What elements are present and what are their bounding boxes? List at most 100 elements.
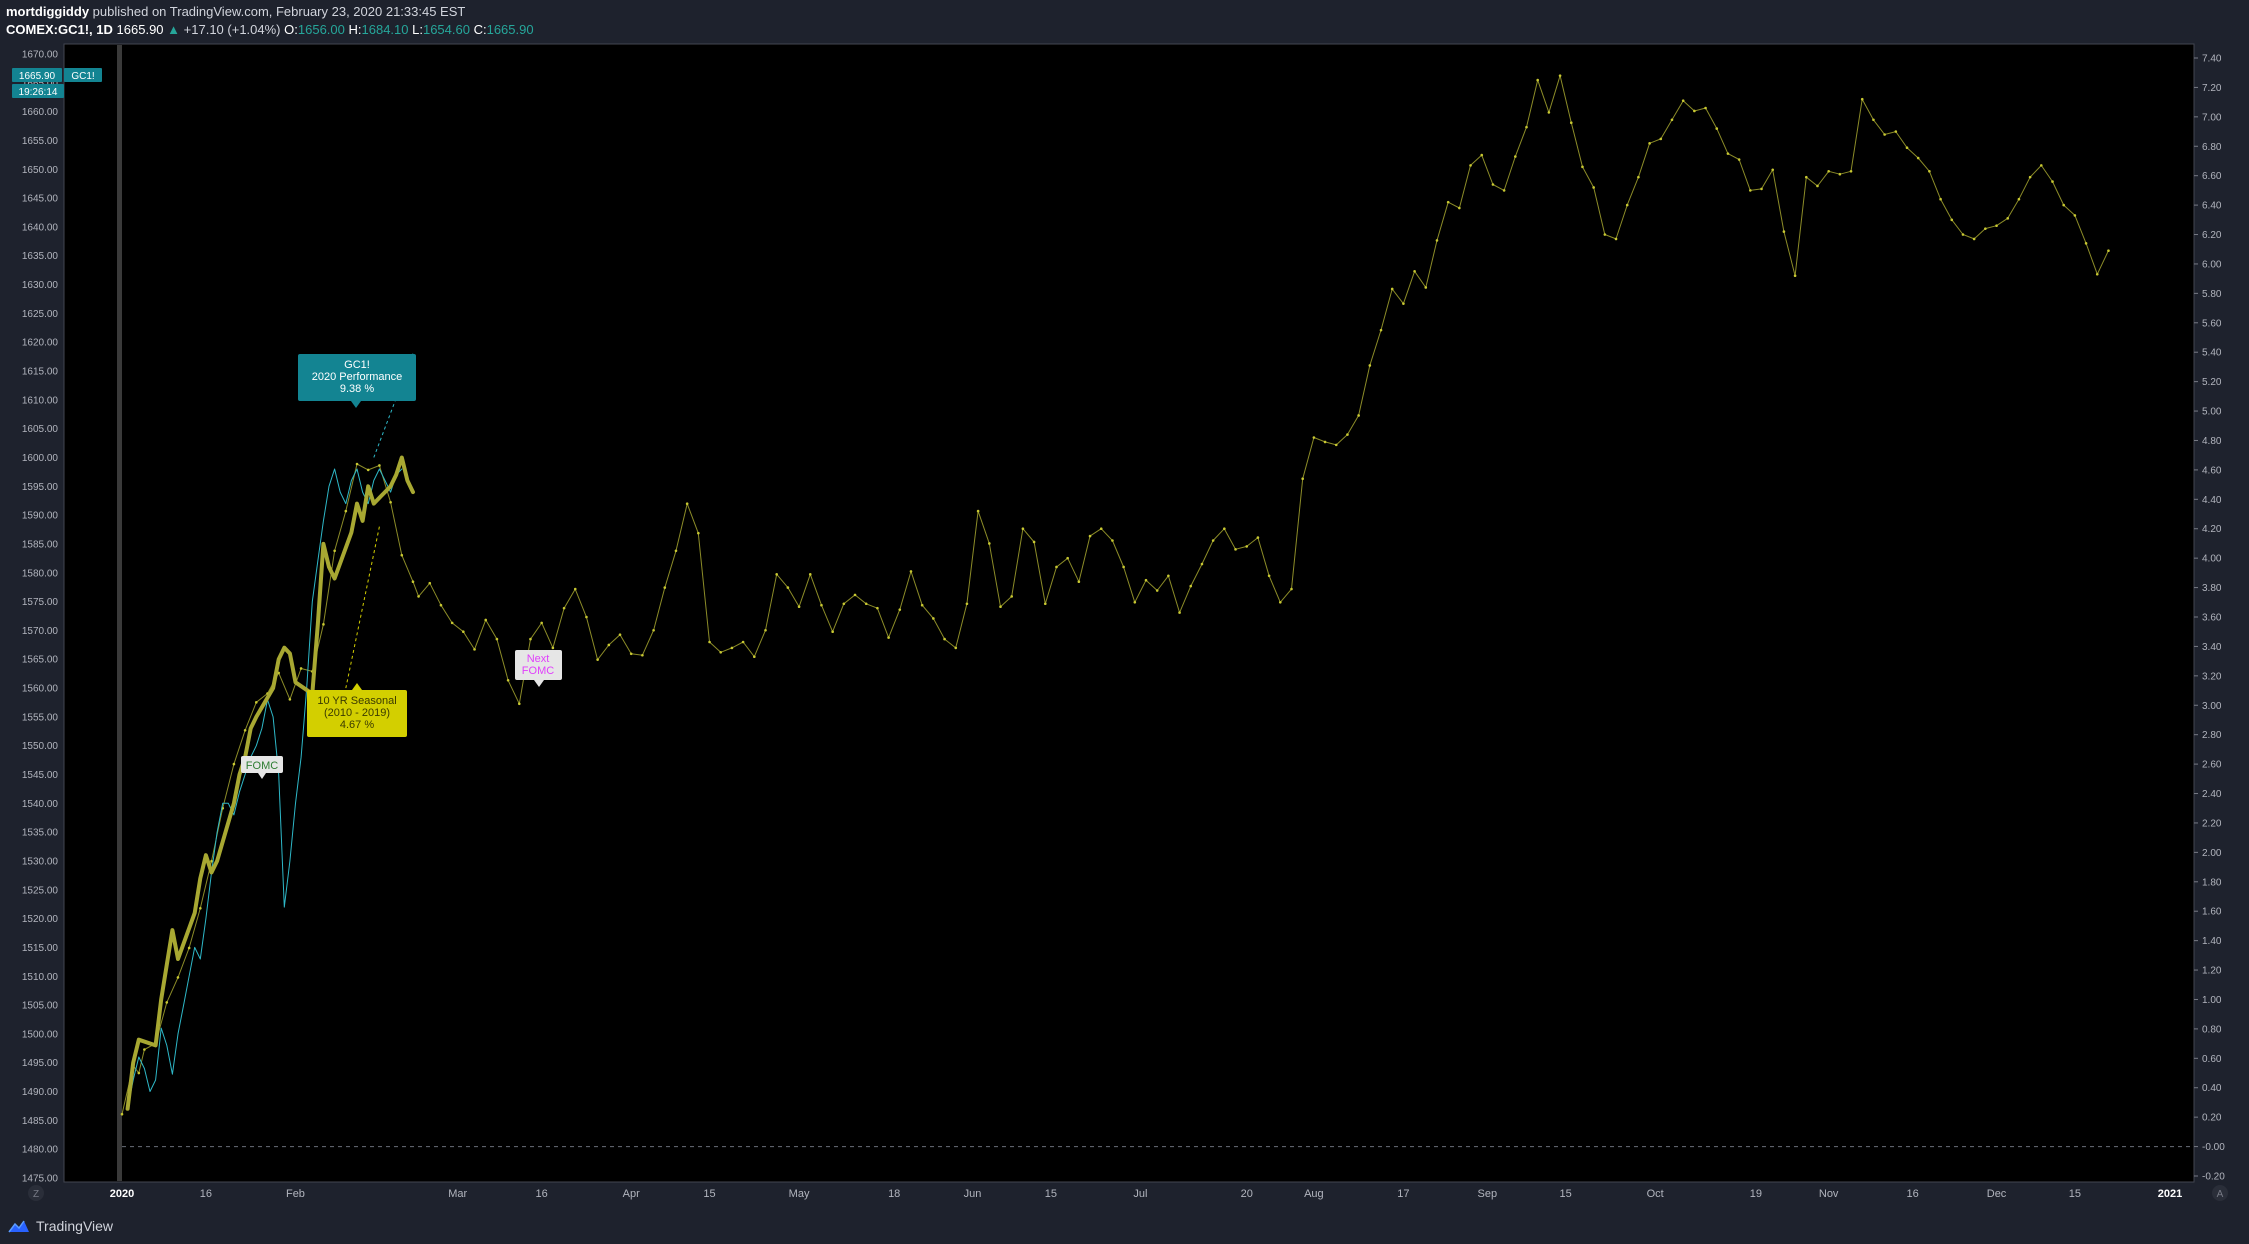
left-axis-tick-0: 1670.00 — [22, 50, 59, 61]
series-point — [1558, 74, 1562, 77]
series-point — [573, 587, 577, 591]
series-point — [355, 462, 359, 466]
left-axis-tick-36: 1490.00 — [22, 1087, 59, 1098]
series-point — [965, 602, 969, 606]
right-axis-tick-33: 0.80 — [2202, 1024, 2222, 1035]
series-point — [1883, 133, 1886, 136]
series-point — [1234, 548, 1237, 551]
time-axis-tick-8: 18 — [888, 1188, 900, 1200]
series-point — [1178, 611, 1181, 614]
series-point — [2051, 180, 2054, 183]
series-point — [1077, 580, 1081, 583]
left-axis-tick-24: 1550.00 — [22, 741, 59, 752]
plot-area[interactable] — [63, 43, 2195, 1183]
series-point — [1043, 602, 1047, 606]
series-point — [820, 603, 823, 607]
left-axis-tick-7: 1635.00 — [22, 251, 59, 262]
series-point — [1424, 286, 1428, 289]
right-axis-tick-5: 6.40 — [2202, 201, 2222, 212]
series-point — [1055, 565, 1058, 569]
left-axis-tick-3: 1655.00 — [22, 136, 59, 147]
last-price: 1665.90 — [116, 22, 164, 37]
last-price-tag-value: 1665.90 — [19, 71, 56, 82]
series-point — [1625, 203, 1629, 207]
right-axis-tick-0: 7.40 — [2202, 54, 2222, 65]
chart-header: mortdiggiddy published on TradingView.co… — [0, 0, 2249, 42]
right-axis-tick-18: 3.80 — [2202, 583, 2222, 594]
up-arrow-icon: ▲ — [167, 22, 181, 37]
series-point — [1323, 440, 1327, 444]
series-point — [1514, 155, 1517, 158]
left-axis-tick-34: 1500.00 — [22, 1029, 59, 1040]
series-point — [1715, 127, 1719, 130]
series-point — [1256, 536, 1260, 539]
series-point — [1905, 146, 1909, 150]
series-point — [417, 595, 420, 598]
left-axis-tick-18: 1580.00 — [22, 568, 59, 579]
series-point — [999, 605, 1002, 609]
performance-callout[interactable]: GC1! 2020 Performance 9.38 % — [298, 354, 416, 408]
series-point — [943, 637, 946, 641]
series-point — [1872, 118, 1875, 122]
left-axis-tick-8: 1630.00 — [22, 280, 59, 291]
right-axis-tick-22: 3.00 — [2202, 701, 2222, 712]
tradingview-brand[interactable]: TradingView — [8, 1218, 113, 1234]
series-point — [439, 603, 443, 607]
low-value: 1654.60 — [422, 22, 470, 37]
right-axis-tick-10: 5.40 — [2202, 348, 2222, 359]
performance-callout-line3: 9.38 % — [340, 383, 374, 395]
time-axis-tick-3: Mar — [448, 1188, 467, 1200]
series-point — [2028, 175, 2032, 179]
series-point — [1458, 206, 1461, 210]
right-axis-tick-25: 2.40 — [2202, 789, 2222, 800]
series-point — [450, 621, 454, 625]
right-axis-tick-1: 7.20 — [2202, 83, 2222, 94]
left-axis-tick-29: 1525.00 — [22, 885, 59, 896]
right-axis-tick-8: 5.80 — [2202, 289, 2222, 300]
author-name[interactable]: mortdiggiddy — [6, 4, 89, 19]
series-point — [1368, 364, 1372, 367]
symbol-legend: COMEX:GC1!, 1D 1665.90 ▲ +17.10 (+1.04%)… — [6, 22, 534, 37]
series-point — [1267, 574, 1271, 578]
series-point — [322, 623, 325, 626]
series-point — [1637, 175, 1640, 179]
seasonal-callout-line1: 10 YR Seasonal — [317, 695, 396, 707]
left-axis-tick-16: 1590.00 — [22, 511, 59, 522]
left-axis-tick-30: 1520.00 — [22, 914, 59, 925]
series-point — [411, 580, 415, 583]
series-point — [2006, 217, 2010, 220]
seasonal-callout[interactable]: 10 YR Seasonal (2010 - 2019) 4.67 % — [307, 683, 407, 737]
series-point — [596, 658, 599, 661]
price-chart[interactable]: 1670.001665.001660.001655.001650.001645.… — [0, 42, 2249, 1210]
left-axis-tick-4: 1650.00 — [22, 165, 59, 176]
series-point — [1793, 274, 1797, 278]
left-scale-button[interactable]: Z — [28, 1185, 44, 1201]
series-point — [1155, 589, 1159, 592]
series-point — [1301, 477, 1304, 481]
right-axis-tick-11: 5.20 — [2202, 377, 2222, 388]
series-point — [1402, 302, 1405, 305]
time-axis-tick-9: Jun — [964, 1188, 982, 1200]
right-axis-tick-28: 1.80 — [2202, 877, 2222, 888]
series-point — [1827, 169, 1830, 173]
series-point — [143, 1048, 146, 1051]
series-point — [333, 549, 336, 553]
symbol-label[interactable]: COMEX:GC1!, 1D — [6, 22, 113, 37]
series-point — [663, 586, 667, 589]
series-point — [1189, 584, 1193, 588]
series-point — [1603, 233, 1607, 236]
series-point — [1223, 527, 1226, 531]
series-point — [1066, 556, 1069, 560]
right-axis-tick-35: 0.40 — [2202, 1083, 2222, 1094]
right-axis-tick-3: 6.80 — [2202, 142, 2222, 153]
time-axis-tick-16: 15 — [1560, 1188, 1572, 1200]
series-point — [988, 542, 991, 545]
series-point — [685, 502, 689, 506]
left-axis-tick-31: 1515.00 — [22, 943, 59, 954]
series-point — [1010, 595, 1014, 598]
series-point — [506, 678, 510, 682]
right-scale-button[interactable]: A — [2212, 1185, 2228, 1201]
series-point — [1771, 168, 1775, 172]
left-axis-tick-2: 1660.00 — [22, 107, 59, 118]
series-point — [473, 648, 476, 651]
